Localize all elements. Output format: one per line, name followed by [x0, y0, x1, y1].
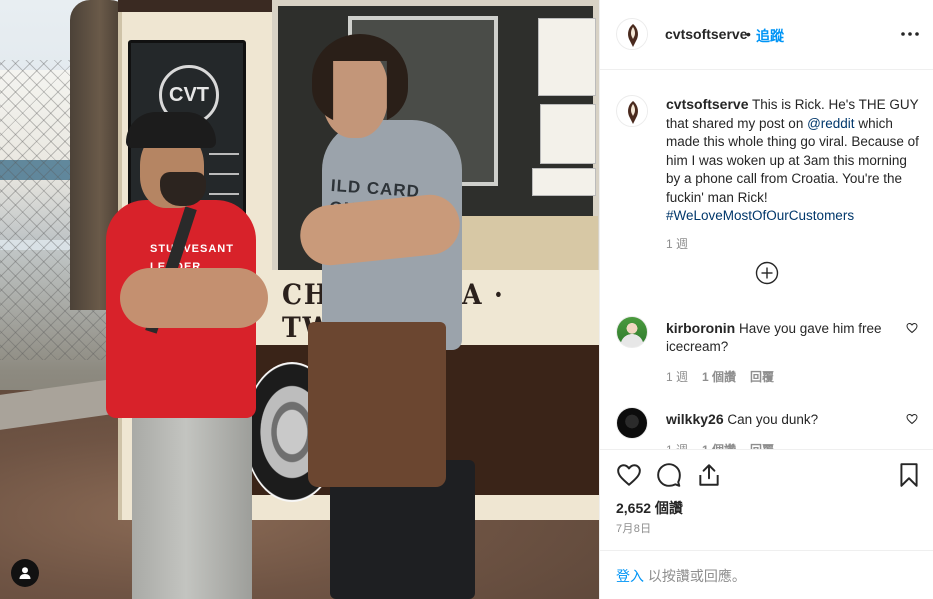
person-left-legs: [132, 395, 252, 599]
follow-button[interactable]: 追蹤: [756, 26, 784, 46]
login-link[interactable]: 登入: [616, 568, 644, 584]
comment-meta: 1 週 1 個讚 回覆: [666, 368, 774, 385]
menu-line: [209, 173, 239, 175]
truck-poster: [540, 104, 596, 164]
comment-likes[interactable]: 1 個讚: [702, 368, 736, 385]
post-date[interactable]: 7月8日: [616, 520, 651, 536]
commenter-avatar[interactable]: [616, 316, 648, 348]
person-left-arms: [120, 268, 268, 328]
action-bar: 2,652 個讚 7月8日 登入 以按讚或回應。: [600, 449, 933, 599]
like-count[interactable]: 2,652 個讚: [616, 498, 683, 518]
comment-text: kirboronin Have you gave him free icecre…: [666, 319, 922, 356]
comment-time[interactable]: 1 週: [666, 441, 688, 449]
reply-button[interactable]: 回覆: [750, 441, 774, 449]
comment-item: kirboronin Have you gave him free icecre…: [600, 316, 933, 386]
post-side-panel: cvtsoftserve • 追蹤 cvtsoftserve This is R…: [599, 0, 933, 599]
more-options-icon[interactable]: [898, 22, 922, 46]
person-left-cap: [126, 112, 216, 148]
person-right-apron: [308, 322, 446, 487]
caption-avatar[interactable]: [616, 95, 648, 127]
caption-text: cvtsoftserve This is Rick. He's THE GUY …: [666, 95, 922, 226]
header-separator: •: [746, 26, 751, 42]
commenter-username[interactable]: kirboronin: [666, 320, 735, 336]
comment-item: wilkky26 Can you dunk? 1 週 1 個讚 回覆: [600, 407, 933, 449]
reply-button[interactable]: 回覆: [750, 368, 774, 385]
comment-text: wilkky26 Can you dunk?: [666, 410, 922, 429]
caption-username[interactable]: cvtsoftserve: [666, 96, 749, 112]
login-prompt-rest: 以按讚或回應。: [644, 568, 746, 584]
heart-icon[interactable]: [616, 462, 642, 488]
person-left-beard: [160, 172, 206, 206]
hashtag-link[interactable]: #WeLoveMostOfOurCustomers: [666, 208, 854, 223]
mention-link[interactable]: @reddit: [807, 116, 854, 131]
comments-area[interactable]: cvtsoftserve This is Rick. He's THE GUY …: [600, 71, 933, 449]
caption-timestamp[interactable]: 1 週: [666, 235, 688, 252]
login-prompt-text: 登入 以按讚或回應。: [616, 566, 746, 586]
menu-line: [209, 153, 239, 155]
comment-icon[interactable]: [656, 462, 682, 488]
post-header: cvtsoftserve • 追蹤: [600, 0, 933, 70]
comment-time[interactable]: 1 週: [666, 368, 688, 385]
bookmark-icon[interactable]: [896, 462, 922, 488]
comment-meta: 1 週 1 個讚 回覆: [666, 441, 774, 449]
truck-poster: [538, 18, 596, 96]
truck-poster: [532, 168, 596, 196]
cvt-logo-icon: [618, 20, 647, 49]
comment-heart-icon[interactable]: [906, 413, 918, 425]
cvt-logo-icon: [618, 97, 647, 126]
post-photo[interactable]: CVT CHOCO ILLA · TWIST STUYVESANT LEADER…: [0, 0, 599, 599]
user-tag-icon: [19, 567, 31, 579]
author-avatar[interactable]: [616, 18, 648, 50]
commenter-avatar[interactable]: [616, 407, 648, 439]
menu-line: [209, 193, 239, 195]
commenter-username[interactable]: wilkky26: [666, 411, 724, 427]
comment-heart-icon[interactable]: [906, 322, 918, 334]
user-tag-button[interactable]: [11, 559, 39, 587]
comment-content: Can you dunk?: [723, 412, 819, 427]
comment-likes[interactable]: 1 個讚: [702, 441, 736, 449]
share-icon[interactable]: [696, 462, 722, 488]
author-username[interactable]: cvtsoftserve: [665, 26, 748, 42]
login-prompt: 登入 以按讚或回應。: [600, 550, 933, 599]
load-more-comments-icon[interactable]: [755, 261, 779, 285]
